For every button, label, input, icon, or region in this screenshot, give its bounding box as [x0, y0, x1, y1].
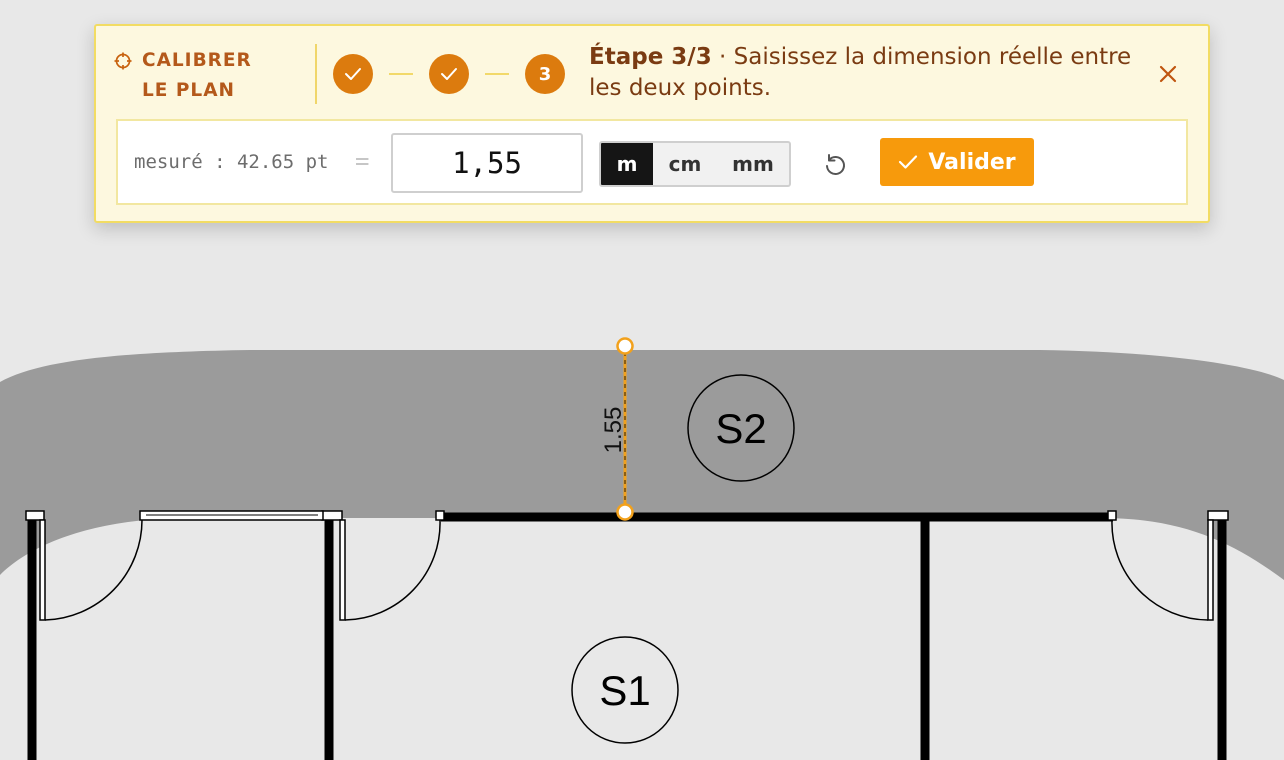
door-leaf [339, 519, 346, 621]
crosshair-icon [114, 52, 132, 70]
validate-button[interactable]: Valider [880, 138, 1034, 186]
unit-m[interactable]: m [601, 143, 653, 185]
step-number: 3 [538, 63, 552, 85]
step-connector [485, 73, 509, 75]
step-1-done [333, 54, 373, 94]
calibration-title-text: CALIBRER LE PLAN [142, 50, 252, 101]
calibration-controls: mesuré : 42.65 pt = m cm mm Valider [116, 119, 1188, 205]
measure-point-end[interactable] [616, 503, 634, 521]
measured-value: mesuré : 42.65 pt [134, 151, 329, 173]
step-counter: Étape 3/3 [589, 44, 712, 70]
door-leaf [1207, 519, 1214, 621]
check-icon [345, 68, 361, 80]
equals-sign: = [355, 147, 370, 175]
check-icon [899, 155, 918, 169]
calibration-title: CALIBRER LE PLAN [114, 46, 284, 106]
close-icon[interactable] [1156, 62, 1180, 86]
dimension-label: 1.55 [600, 407, 627, 454]
step-connector [389, 73, 413, 75]
reset-icon[interactable] [821, 151, 849, 179]
room-label: S2 [715, 405, 766, 452]
calibration-panel: CALIBRER LE PLAN 3 Étape 3/3 · Saisissez… [94, 24, 1210, 223]
step-3-current: 3 [525, 54, 565, 94]
door-leaf [39, 519, 46, 621]
real-dimension-input[interactable] [391, 133, 583, 193]
instruction-separator: · [711, 44, 734, 70]
room-label: S1 [599, 667, 650, 714]
unit-cm[interactable]: cm [653, 143, 717, 185]
unit-mm[interactable]: mm [717, 143, 789, 185]
step-instruction: Étape 3/3 · Saisissez la dimension réell… [589, 42, 1149, 104]
unit-selector: m cm mm [599, 141, 791, 187]
divider [315, 44, 317, 104]
step-2-done [429, 54, 469, 94]
measure-point-start[interactable] [616, 337, 634, 355]
validate-label: Valider [928, 149, 1016, 175]
check-icon [441, 68, 457, 80]
